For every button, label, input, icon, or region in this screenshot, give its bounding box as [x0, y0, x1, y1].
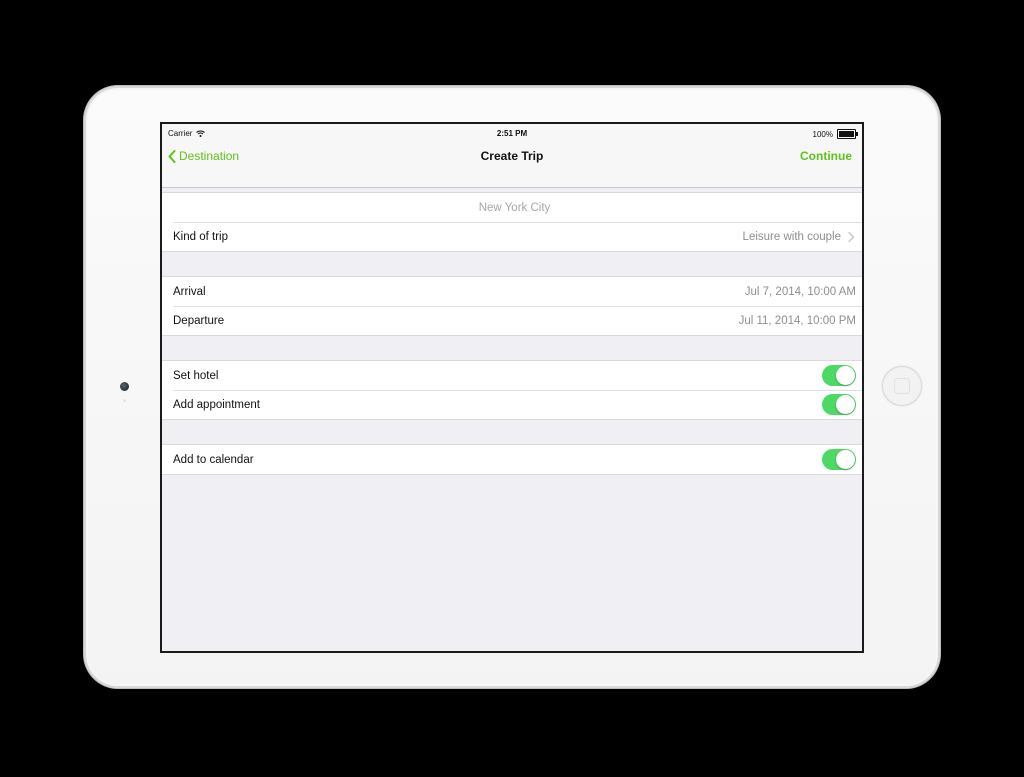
settings-table: New York City Kind of trip Leisure with … [162, 168, 862, 475]
home-button[interactable] [882, 366, 922, 406]
kind-of-trip-label: Kind of trip [173, 230, 228, 243]
calendar-section: Add to calendar [162, 444, 862, 475]
add-to-calendar-row: Add to calendar [162, 445, 862, 474]
toggle-knob [836, 366, 855, 385]
camera-icon [120, 382, 129, 391]
battery-fill [839, 131, 854, 137]
status-right: 100% [812, 129, 858, 139]
dates-section: Arrival Jul 7, 2014, 10:00 AM Departure … [162, 276, 862, 336]
set-hotel-toggle[interactable] [822, 365, 856, 386]
set-hotel-row: Set hotel [162, 361, 862, 390]
home-square-icon [894, 378, 910, 394]
kind-of-trip-value: Leisure with couple [742, 230, 841, 243]
continue-button[interactable]: Continue [800, 144, 852, 168]
add-appointment-label: Add appointment [173, 398, 260, 411]
departure-row[interactable]: Departure Jul 11, 2014, 10:00 PM [162, 306, 862, 335]
arrival-label: Arrival [173, 285, 206, 298]
toggle-knob [836, 395, 855, 414]
toggle-knob [836, 450, 855, 469]
options-section: Set hotel Add appointment [162, 360, 862, 420]
page-title: Create Trip [480, 149, 544, 163]
departure-label: Departure [173, 314, 225, 327]
sensor-dot [123, 399, 126, 402]
add-appointment-row: Add appointment [162, 390, 862, 419]
add-appointment-toggle[interactable] [822, 394, 856, 415]
chevron-right-icon [848, 231, 855, 242]
device-screen: Carrier 2:51 PM 100% Destination Create … [160, 122, 864, 653]
arrival-row[interactable]: Arrival Jul 7, 2014, 10:00 AM [162, 277, 862, 306]
status-bar: Carrier 2:51 PM 100% [162, 124, 862, 144]
battery-icon [837, 129, 858, 139]
status-time: 2:51 PM [496, 129, 528, 138]
destination-field[interactable]: New York City [162, 193, 862, 222]
arrival-value: Jul 7, 2014, 10:00 AM [744, 285, 856, 298]
kind-of-trip-row[interactable]: Kind of trip Leisure with couple [162, 222, 862, 251]
departure-value: Jul 11, 2014, 10:00 PM [738, 314, 856, 327]
destination-value: New York City [478, 201, 551, 214]
battery-percent: 100% [812, 129, 833, 139]
add-to-calendar-toggle[interactable] [822, 449, 856, 470]
set-hotel-label: Set hotel [173, 369, 219, 382]
kind-of-trip-value-wrap: Leisure with couple [743, 231, 856, 243]
add-to-calendar-label: Add to calendar [173, 453, 254, 466]
trip-section: New York City Kind of trip Leisure with … [162, 192, 862, 252]
